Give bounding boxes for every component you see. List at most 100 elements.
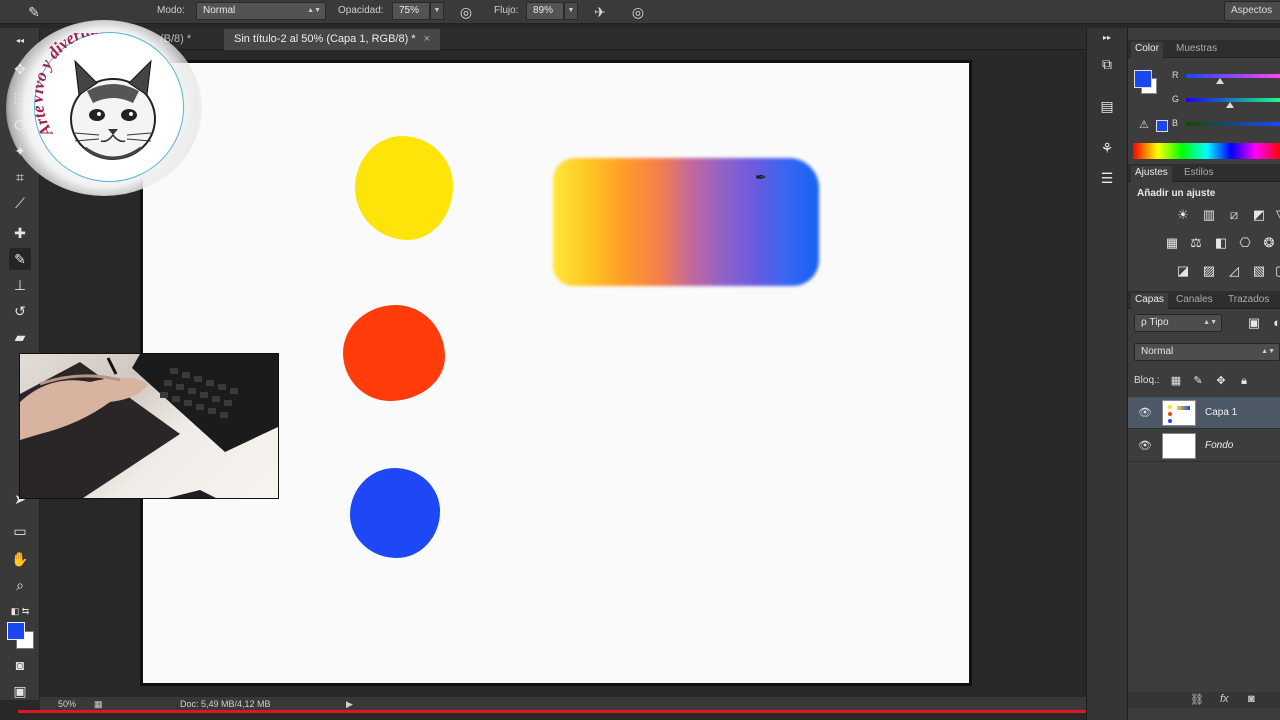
layers-footer: ⛓ fx ◙: [1128, 692, 1280, 708]
brush-presets-icon[interactable]: ☰: [1097, 168, 1117, 188]
adjustments-title: Añadir un ajuste: [1137, 188, 1216, 199]
properties-panel-icon[interactable]: ▤: [1097, 96, 1117, 116]
layer-row[interactable]: 👁︎ Fondo: [1128, 430, 1280, 462]
screen-mode-icon[interactable]: ▣: [9, 680, 31, 702]
levels-icon[interactable]: ▥: [1200, 206, 1218, 224]
slider-thumb[interactable]: [1216, 78, 1224, 84]
tab-paths[interactable]: Trazados: [1224, 293, 1273, 309]
red-channel-slider[interactable]: R: [1128, 70, 1280, 84]
cat-logo-icon: ArteVivo y divertido: [28, 18, 156, 160]
history-brush-tool-icon[interactable]: ↺: [9, 300, 31, 322]
layers-panel-tabs: Capas Canales Trazados: [1128, 291, 1280, 309]
link-layers-icon[interactable]: ⛓: [1190, 693, 1204, 706]
tab-document-2[interactable]: Sin título-2 al 50% (Capa 1, RGB/8) * ×: [224, 29, 441, 50]
slider-track: [1186, 74, 1280, 78]
brightness-icon[interactable]: ☀: [1174, 206, 1192, 224]
brush-panel-icon[interactable]: ⚘: [1097, 138, 1117, 158]
green-channel-slider[interactable]: G: [1128, 94, 1280, 108]
eraser-tool-icon[interactable]: ▰: [9, 326, 31, 348]
websafe-swatch[interactable]: [1156, 120, 1168, 132]
options-bar: ✎ Modo: Normal ▲▼ Opacidad: 75% ▼ ◎ Fluj…: [0, 0, 1280, 24]
blend-mode-select[interactable]: Normal ▲▼: [1134, 343, 1280, 361]
thumb-dot-yellow: [1168, 405, 1172, 409]
webcam-overlay: [19, 353, 279, 499]
chevron-down-icon: ▲▼: [307, 7, 321, 14]
swap-colors-icon[interactable]: ◧ ⇆: [9, 600, 31, 622]
blue-channel-slider[interactable]: B: [1128, 118, 1280, 132]
zoom-tool-icon[interactable]: ⌕: [9, 574, 31, 596]
workspace-label: Aspectos: [1231, 5, 1273, 16]
curves-icon[interactable]: ⧄: [1225, 206, 1243, 224]
channel-mixer-icon[interactable]: ❂: [1260, 234, 1278, 252]
opacity-label: Opacidad:: [338, 5, 384, 16]
healing-brush-tool-icon[interactable]: ✚: [9, 222, 31, 244]
lock-position-icon[interactable]: ✥: [1212, 372, 1230, 390]
airbrush-icon[interactable]: ✈: [590, 2, 610, 22]
tab-adjustments[interactable]: Ajustes: [1131, 166, 1172, 182]
pressure-size-icon[interactable]: ◎: [628, 2, 648, 22]
collapse-icon[interactable]: ◂◂: [9, 30, 31, 52]
webcam-scene: [20, 354, 278, 498]
lock-pixels-icon[interactable]: ✎: [1189, 372, 1207, 390]
collapse-icon[interactable]: ▸▸: [1097, 28, 1117, 48]
opacity-dropdown[interactable]: ▼: [430, 2, 444, 20]
eye-icon[interactable]: 👁︎: [1138, 439, 1152, 452]
lock-all-icon[interactable]: 🔒︎: [1235, 372, 1253, 390]
eyedropper-tool-icon[interactable]: ⟋: [9, 192, 31, 214]
zoom-level[interactable]: 50%: [58, 699, 76, 709]
foreground-color-swatch[interactable]: [7, 622, 25, 640]
exposure-icon[interactable]: ◩: [1250, 206, 1268, 224]
tab-color[interactable]: Color: [1131, 42, 1163, 58]
pressure-opacity-icon[interactable]: ◎: [456, 2, 476, 22]
layer-row[interactable]: 👁︎ Capa 1: [1128, 397, 1280, 429]
black-white-icon[interactable]: ◧: [1212, 234, 1230, 252]
color-panel-tabs: Color Muestras: [1128, 40, 1280, 58]
status-menu-icon[interactable]: ▶: [346, 699, 353, 710]
close-icon[interactable]: ×: [424, 33, 430, 45]
mode-select[interactable]: Normal ▲▼: [196, 2, 326, 20]
crop-tool-icon[interactable]: ⌗: [9, 166, 31, 188]
logo-circle: ArteVivo y divertido: [28, 18, 184, 182]
filter-label: ρ Tipo: [1141, 317, 1169, 328]
gradient-map-icon[interactable]: ▧: [1250, 262, 1268, 280]
image-filter-icon[interactable]: ▣: [1245, 314, 1263, 332]
brush-preset-icon[interactable]: ✎: [24, 2, 44, 22]
color-balance-icon[interactable]: ⚖: [1187, 234, 1205, 252]
flow-input[interactable]: 89%: [526, 2, 564, 20]
invert-icon[interactable]: ◪: [1174, 262, 1192, 280]
tab-swatches[interactable]: Muestras: [1172, 42, 1221, 58]
clone-stamp-tool-icon[interactable]: ⊥: [9, 274, 31, 296]
history-panel-icon[interactable]: ⧉: [1097, 54, 1117, 74]
thumb-dot-blue: [1168, 419, 1172, 423]
rectangle-tool-icon[interactable]: ▭: [9, 520, 31, 542]
lock-transparency-icon[interactable]: ▦: [1167, 372, 1185, 390]
brush-tool-icon[interactable]: ✎: [9, 248, 31, 270]
posterize-icon[interactable]: ▨: [1200, 262, 1218, 280]
photo-filter-icon[interactable]: ⎔: [1236, 234, 1254, 252]
status-info-icon: ▦: [94, 699, 103, 709]
blue-paint-blob: [350, 468, 440, 558]
flow-dropdown[interactable]: ▼: [564, 2, 578, 20]
opacity-input[interactable]: 75%: [392, 2, 430, 20]
slider-thumb[interactable]: [1226, 102, 1234, 108]
fx-icon[interactable]: fx: [1220, 693, 1229, 705]
tab-styles[interactable]: Estilos: [1180, 166, 1217, 182]
hand-tool-icon[interactable]: ✋: [9, 548, 31, 570]
eye-icon[interactable]: 👁︎: [1138, 406, 1152, 419]
mode-label: Modo:: [157, 5, 185, 16]
workspace-select[interactable]: Aspectos: [1224, 1, 1280, 21]
hue-saturation-icon[interactable]: ▦: [1163, 234, 1181, 252]
selective-color-icon[interactable]: ▢: [1272, 262, 1280, 280]
quick-mask-icon[interactable]: ◙: [9, 654, 31, 676]
vibrance-icon[interactable]: ▽: [1272, 206, 1280, 224]
threshold-icon[interactable]: ◿: [1225, 262, 1243, 280]
tab-channels[interactable]: Canales: [1172, 293, 1217, 309]
adjustment-filter-icon[interactable]: ◐: [1268, 314, 1280, 332]
blend-mode-value: Normal: [1141, 346, 1174, 357]
color-spectrum[interactable]: [1133, 143, 1280, 159]
tab-layers[interactable]: Capas: [1131, 293, 1168, 309]
layer-filter-select[interactable]: ρ Tipo ▲▼: [1134, 314, 1222, 332]
channel-label: B: [1172, 118, 1179, 128]
warning-icon: ⚠: [1139, 119, 1149, 131]
add-mask-icon[interactable]: ◙: [1248, 693, 1255, 705]
